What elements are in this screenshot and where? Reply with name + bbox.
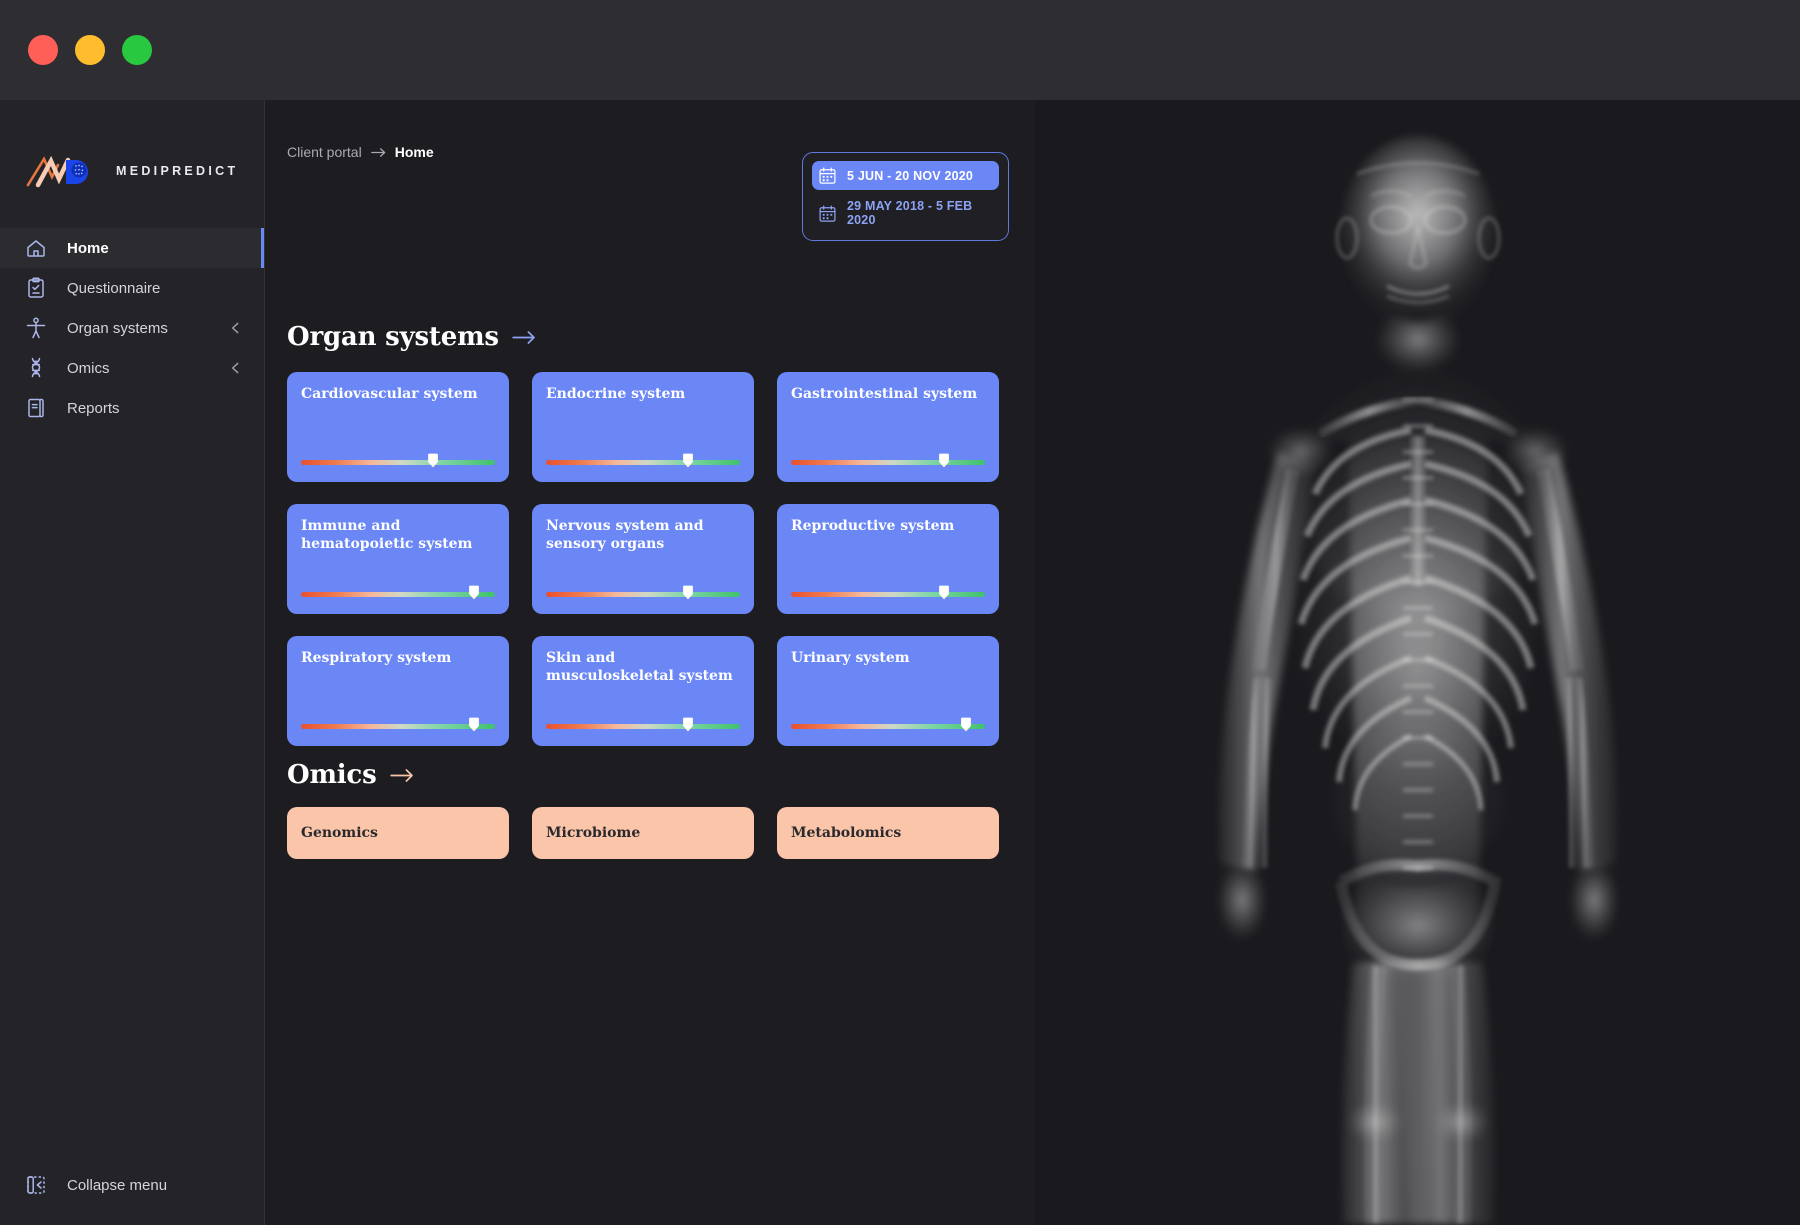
organ-system-title: Nervous system and sensory organs xyxy=(546,518,704,552)
section-title: Organ systems xyxy=(287,322,499,352)
maximize-button[interactable] xyxy=(122,35,152,65)
health-score-meter xyxy=(791,453,985,468)
organ-system-card[interactable]: Reproductive system xyxy=(777,504,999,614)
breadcrumb-current: Home xyxy=(394,144,434,160)
meter-marker-icon xyxy=(939,453,950,468)
omics-card-title: Genomics xyxy=(301,825,378,841)
arrow-right-icon[interactable] xyxy=(389,767,414,784)
health-score-meter xyxy=(546,717,740,732)
window-titlebar xyxy=(0,0,1800,100)
organ-system-card[interactable]: Endocrine system xyxy=(532,372,754,482)
sidebar-item-questionnaire[interactable]: Questionnaire xyxy=(0,268,264,308)
calendar-icon xyxy=(819,167,836,184)
chevron-left-icon[interactable] xyxy=(229,322,242,335)
calendar-icon xyxy=(819,204,836,222)
body-figure-icon xyxy=(26,317,46,339)
breadcrumb-parent[interactable]: Client portal xyxy=(287,144,362,160)
health-score-meter xyxy=(546,453,740,468)
sidebar-item-label: Organ systems xyxy=(67,319,168,337)
omics-card-title: Microbiome xyxy=(546,825,641,841)
organ-system-title: Gastrointestinal system xyxy=(791,386,978,402)
minimize-button[interactable] xyxy=(75,35,105,65)
sidebar-item-organ-systems[interactable]: Organ systems xyxy=(0,308,264,348)
health-score-meter xyxy=(791,717,985,732)
home-icon xyxy=(27,240,45,257)
health-score-meter xyxy=(546,585,740,600)
meter-marker-icon xyxy=(468,585,479,600)
organ-system-title: Urinary system xyxy=(791,650,910,666)
close-button[interactable] xyxy=(28,35,58,65)
organ-systems-grid: Cardiovascular system Endocrine system Gas… xyxy=(287,372,999,746)
date-range-option[interactable]: 29 MAY 2018 - 5 FEB 2020 xyxy=(812,194,999,232)
organ-systems-heading: Organ systems xyxy=(287,322,536,352)
date-range-label: 5 JUN - 20 NOV 2020 xyxy=(847,168,974,183)
arrow-right-icon[interactable] xyxy=(512,329,536,346)
organ-system-title: Respiratory system xyxy=(301,650,452,666)
brand-name: MEDIPREDICT xyxy=(116,164,239,178)
organ-system-title: Skin and musculoskeletal system xyxy=(546,650,733,684)
xray-body-illustration xyxy=(1035,100,1800,1225)
date-range-label: 29 MAY 2018 - 5 FEB 2020 xyxy=(847,199,973,227)
omics-card[interactable]: Metabolomics xyxy=(777,807,999,859)
sidebar-item-omics[interactable]: Omics xyxy=(0,348,264,388)
meter-marker-icon xyxy=(939,585,950,600)
organ-system-title: Cardiovascular system xyxy=(301,386,478,402)
health-score-meter xyxy=(301,453,495,468)
omics-card[interactable]: Genomics xyxy=(287,807,509,859)
sidebar: MEDIPREDICT Home Questionnaire Organ sys… xyxy=(0,100,265,1225)
organ-system-card[interactable]: Skin and musculoskeletal system xyxy=(532,636,754,746)
organ-system-card[interactable]: Urinary system xyxy=(777,636,999,746)
omics-card-title: Metabolomics xyxy=(791,825,902,841)
collapse-menu-button[interactable]: Collapse menu xyxy=(0,1173,264,1197)
section-title: Omics xyxy=(287,760,377,790)
breadcrumb: Client portal Home xyxy=(287,144,434,160)
sidebar-item-label: Home xyxy=(67,239,109,257)
meter-marker-icon xyxy=(682,717,693,732)
health-score-meter xyxy=(301,717,495,732)
organ-system-card[interactable]: Immune and hematopoietic system xyxy=(287,504,509,614)
sidebar-item-label: Omics xyxy=(67,359,110,377)
sidebar-item-label: Reports xyxy=(67,399,120,417)
omics-heading: Omics xyxy=(287,760,414,790)
brand-logo[interactable]: MEDIPREDICT xyxy=(0,100,264,210)
organ-system-card[interactable]: Cardiovascular system xyxy=(287,372,509,482)
meter-marker-icon xyxy=(682,585,693,600)
omics-card[interactable]: Microbiome xyxy=(532,807,754,859)
collapse-menu-label: Collapse menu xyxy=(67,1176,168,1194)
sidebar-item-label: Questionnaire xyxy=(67,279,161,297)
date-range-option[interactable]: 5 JUN - 20 NOV 2020 xyxy=(812,161,999,190)
medipredict-logo-icon xyxy=(26,155,88,188)
organ-system-card[interactable]: Respiratory system xyxy=(287,636,509,746)
sidebar-nav: Home Questionnaire Organ systems Omics R… xyxy=(0,228,264,428)
organ-system-card[interactable]: Gastrointestinal system xyxy=(777,372,999,482)
panel-collapse-icon xyxy=(27,1176,45,1194)
meter-marker-icon xyxy=(428,453,438,468)
organ-system-title: Endocrine system xyxy=(546,386,686,402)
health-score-meter xyxy=(301,585,495,600)
sidebar-item-reports[interactable]: Reports xyxy=(0,388,264,428)
chevron-left-icon[interactable] xyxy=(229,362,242,375)
arrow-right-icon xyxy=(370,147,385,157)
app-window: MEDIPREDICT Home Questionnaire Organ sys… xyxy=(0,0,1800,1225)
meter-marker-icon xyxy=(468,717,479,732)
xray-human-body-graphic xyxy=(1035,100,1800,1225)
book-icon xyxy=(28,398,44,418)
organ-system-title: Reproductive system xyxy=(791,518,955,534)
clipboard-check-icon xyxy=(28,277,44,298)
health-score-meter xyxy=(791,585,985,600)
sidebar-item-home[interactable]: Home xyxy=(0,228,264,268)
meter-marker-icon xyxy=(682,453,693,468)
omics-grid: Genomics Microbiome Metabolomics xyxy=(287,807,999,859)
organ-system-card[interactable]: Nervous system and sensory organs xyxy=(532,504,754,614)
organ-system-title: Immune and hematopoietic system xyxy=(301,518,473,552)
date-range-picker: 5 JUN - 20 NOV 2020 29 MAY 2018 - 5 FEB … xyxy=(802,152,1009,241)
dna-helix-icon xyxy=(31,357,41,378)
meter-marker-icon xyxy=(960,717,971,732)
